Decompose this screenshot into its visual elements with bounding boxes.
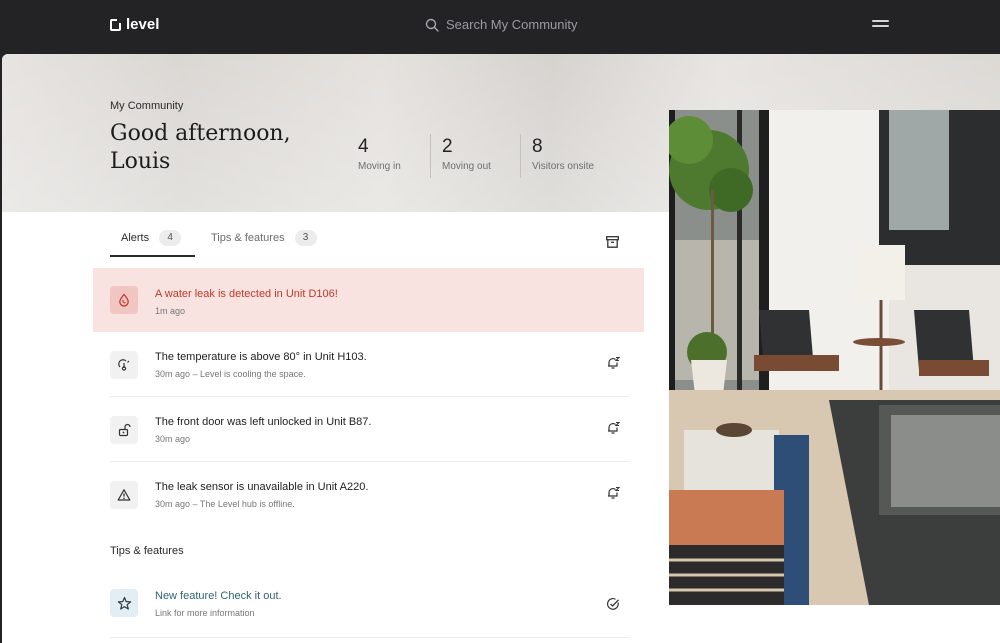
- archive-icon[interactable]: [606, 236, 619, 248]
- alert-title: The leak sensor is unavailable in Unit A…: [155, 481, 369, 493]
- alert-meta: 1m ago: [155, 306, 186, 316]
- alert-meta: 30m ago – The Level hub is offline.: [155, 499, 295, 509]
- main-panel: My Community Good afternoon, Louis 4 Mov…: [2, 54, 1000, 643]
- tab-count-badge: 4: [159, 230, 182, 246]
- row-divider: [110, 461, 629, 462]
- temperature-icon: [110, 351, 138, 379]
- tab-alerts[interactable]: Alerts 4: [121, 230, 182, 246]
- alert-row-water-leak[interactable]: A water leak is detected in Unit D106! 1…: [110, 268, 629, 333]
- snooze-bell-icon[interactable]: [606, 421, 620, 435]
- unlock-icon: [110, 416, 138, 444]
- section-title-tips: Tips & features: [110, 545, 184, 557]
- snooze-bell-icon[interactable]: [606, 486, 620, 500]
- level-logo-icon: [110, 17, 122, 31]
- stat-label: Moving in: [358, 161, 401, 172]
- snooze-bell-icon[interactable]: [606, 356, 620, 370]
- stat-divider: [430, 134, 431, 178]
- row-divider: [110, 637, 629, 638]
- stat-label: Moving out: [442, 161, 491, 172]
- tab-label: Alerts: [121, 232, 150, 244]
- tab-label: Tips & features: [211, 232, 285, 244]
- lobby-photo: [669, 110, 1000, 605]
- alert-row-temperature[interactable]: The temperature is above 80° in Unit H10…: [110, 336, 629, 401]
- greeting-heading: Good afternoon, Louis: [110, 120, 350, 176]
- tab-tips-features[interactable]: Tips & features 3: [211, 230, 317, 246]
- alert-title: The temperature is above 80° in Unit H10…: [155, 351, 367, 363]
- stat-visitors-onsite[interactable]: 8 Visitors onsite: [532, 136, 594, 172]
- hamburger-menu-icon[interactable]: [872, 20, 889, 32]
- water-drop-icon: [110, 286, 138, 314]
- section-label: My Community: [110, 100, 184, 112]
- greeting-line-2: Louis: [110, 149, 171, 174]
- stat-divider: [520, 134, 521, 178]
- row-divider: [110, 396, 629, 397]
- greeting-line-1: Good afternoon,: [110, 121, 291, 146]
- active-tab-indicator: [110, 255, 195, 257]
- warning-icon: [110, 481, 138, 509]
- stat-label: Visitors onsite: [532, 161, 595, 172]
- search-icon: [425, 18, 439, 32]
- stat-value: 4: [358, 136, 369, 157]
- stat-value: 2: [442, 136, 453, 157]
- stat-moving-in[interactable]: 4 Moving in: [358, 136, 401, 172]
- alert-row-front-door[interactable]: The front door was left unlocked in Unit…: [110, 401, 629, 466]
- alert-meta: 30m ago: [155, 434, 191, 444]
- check-circle-icon[interactable]: [606, 597, 620, 611]
- stat-value: 8: [532, 136, 543, 157]
- logo[interactable]: level: [110, 16, 159, 33]
- search-bar[interactable]: Search My Community: [425, 17, 577, 32]
- alert-title: The front door was left unlocked in Unit…: [155, 416, 372, 428]
- stat-moving-out[interactable]: 2 Moving out: [442, 136, 491, 172]
- tip-title[interactable]: New feature! Check it out.: [155, 590, 282, 602]
- alert-meta: 30m ago – Level is cooling the space.: [155, 369, 306, 379]
- tab-count-badge: 3: [294, 230, 317, 246]
- alert-row-leak-sensor[interactable]: The leak sensor is unavailable in Unit A…: [110, 466, 629, 531]
- star-icon: [110, 589, 138, 617]
- search-input[interactable]: Search My Community: [446, 17, 577, 32]
- top-bar: level Search My Community: [0, 0, 1000, 52]
- logo-text: level: [126, 16, 160, 33]
- alert-title: A water leak is detected in Unit D106!: [155, 288, 338, 300]
- tip-row-new-feature[interactable]: New feature! Check it out. Link for more…: [110, 572, 629, 637]
- tip-meta: Link for more information: [155, 608, 255, 618]
